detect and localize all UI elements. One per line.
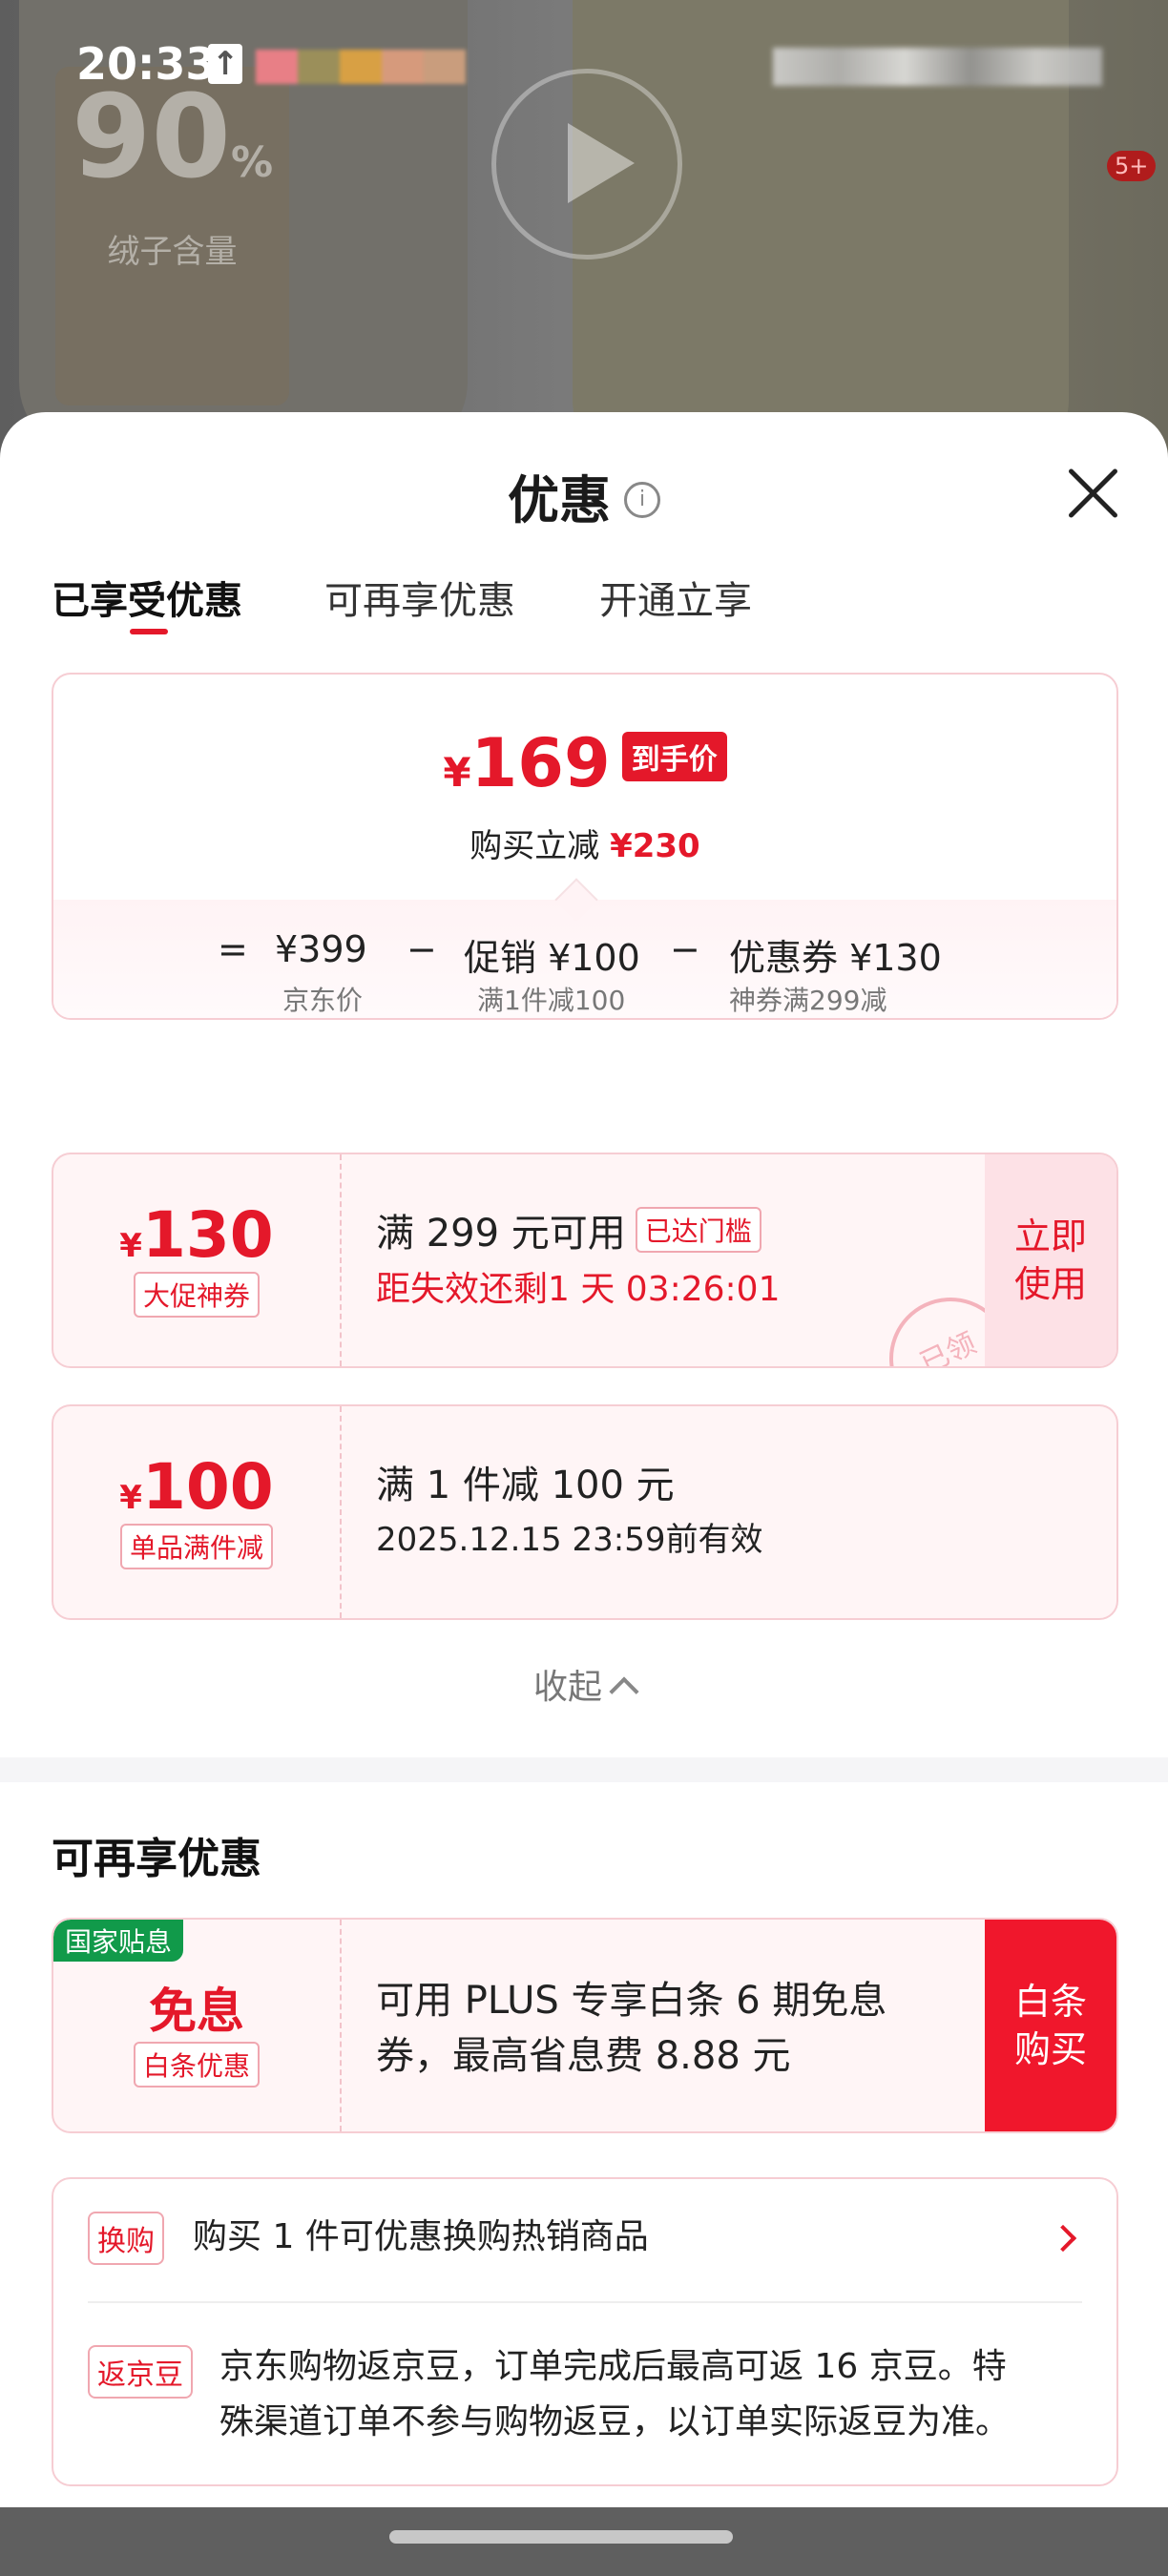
coupon-divider <box>340 1406 342 1618</box>
tab-more-available[interactable]: 可再享优惠 <box>324 570 515 625</box>
coupon-card-single: ¥100 单品满件减 满 1 件减 100 元 2025.12.15 23:59… <box>52 1404 1118 1620</box>
coupon-type-label: 单品满件减 <box>119 1524 273 1569</box>
promo-label: 满1件减100 <box>477 985 626 1016</box>
extra-benefits-card: 换购 购买 1 件可优惠换购热销商品 返京豆 京东购物返京豆，订单完成后最高可返… <box>52 2177 1118 2486</box>
equals-sign: = <box>218 928 248 970</box>
jd-beans-text-line1: 京东购物返京豆，订单完成后最高可返 16 京豆。特 <box>219 2347 1007 2386</box>
coupon-left: ¥100 单品满件减 <box>53 1406 340 1618</box>
coupon-condition: 满 299 元可用 已达门槛 <box>376 1202 761 1257</box>
coupon-countdown: 距失效还剩1 天 03:26:01 <box>376 1270 781 1309</box>
baitiao-label: 白条优惠 <box>133 2042 260 2088</box>
jd-price-label: 京东价 <box>282 985 364 1016</box>
coupon-condition-text: 满 1 件减 100 元 <box>376 1464 675 1507</box>
reduce-amount: ¥230 <box>610 827 700 865</box>
badge-percent: % <box>230 138 274 187</box>
trade-in-text: 购买 1 件可优惠换购热销商品 <box>193 2217 649 2256</box>
baitiao-buy-button[interactable]: 白条购买 <box>985 1920 1116 2131</box>
more-offers-title: 可再享优惠 <box>52 1835 261 1883</box>
status-time: 20:33 <box>76 38 217 90</box>
final-price-tag: 到手价 <box>621 732 727 781</box>
sheet-title-text: 优惠 <box>508 470 611 530</box>
coupon-card-mega: ¥130 大促神券 满 299 元可用 已达门槛 距失效还剩1 天 03:26:0… <box>52 1153 1118 1368</box>
jd-beans-row: 返京豆 京东购物返京豆，订单完成后最高可返 16 京豆。特 殊渠道订单不参与购物… <box>88 2339 1082 2463</box>
tab-enjoyed[interactable]: 已享受优惠 <box>52 570 242 625</box>
chevron-right-icon <box>1049 2224 1077 2253</box>
status-right-icons-blurred <box>773 48 1102 86</box>
chevron-up-icon <box>609 1676 639 1707</box>
use-now-label: 立即使用 <box>1013 1215 1087 1305</box>
coupon-label-line1: 神券满299减 <box>729 985 887 1016</box>
baitiao-buy-label: 白条购买 <box>1013 1981 1087 2070</box>
trade-in-row[interactable]: 换购 购买 1 件可优惠换购热销商品 <box>88 2206 1082 2273</box>
home-gesture-handle[interactable] <box>389 2530 733 2544</box>
active-tab-indicator <box>130 629 168 634</box>
system-nav-bar <box>0 2507 1168 2576</box>
coupon-validity: 2025.12.15 23:59前有效 <box>376 1521 763 1559</box>
sheet-title: 优惠 i <box>0 458 1168 533</box>
reduce-label: 购买立减 <box>469 827 600 865</box>
coupon-divider <box>340 1920 342 2131</box>
minus-sign-2: − <box>670 928 700 970</box>
final-price: ¥169 到手价 <box>53 724 1116 802</box>
coupon-divider <box>340 1154 342 1366</box>
minus-sign-1: − <box>407 928 437 970</box>
coupon-left: ¥130 大促神券 <box>53 1154 340 1366</box>
coupon-condition-text: 满 299 元可用 <box>376 1212 626 1256</box>
coupon-amount: ¥130 <box>53 1198 340 1272</box>
jd-price: ¥399 <box>275 928 367 970</box>
use-now-button[interactable]: 立即使用 <box>985 1154 1116 1366</box>
collapse-label: 收起 <box>532 1668 602 1707</box>
final-price-value: 169 <box>470 724 611 802</box>
price-summary-card: ¥169 到手价 购买立减 ¥230 = ¥399 京东价 − 促销 ¥100 满… <box>52 673 1118 1020</box>
info-separator <box>88 2301 1082 2303</box>
status-bar: 20:33 ↑ <box>0 0 1168 134</box>
status-icons-blurred <box>256 50 466 84</box>
notification-count-badge: 5+ <box>1107 151 1157 181</box>
baitiao-desc-line1: 可用 PLUS 专享白条 6 期免息 <box>376 1979 887 2023</box>
baitiao-card: 国家贴息 免息 白条优惠 可用 PLUS 专享白条 6 期免息 券，最高省息费 … <box>52 1918 1118 2133</box>
coupon-left: 免息 白条优惠 <box>53 1920 340 2131</box>
coupon-currency: ¥ <box>119 1479 142 1517</box>
currency-symbol: ¥ <box>443 749 471 796</box>
coupon-type-label: 大促神券 <box>133 1272 260 1318</box>
tab-open-membership[interactable]: 开通立享 <box>599 570 752 625</box>
section-gap <box>0 1757 1168 1782</box>
promo-amount: 促销 ¥100 <box>464 937 640 979</box>
badge-text: 绒子含量 <box>107 233 238 271</box>
baitiao-desc-line2: 券，最高省息费 8.88 元 <box>376 2034 791 2078</box>
coupon-value: 130 <box>141 1198 274 1272</box>
coupon-value: 100 <box>141 1450 274 1524</box>
collapse-button[interactable]: 收起 <box>0 1659 1168 1709</box>
coupon-amount: ¥100 <box>53 1450 340 1524</box>
coupon-currency: ¥ <box>119 1227 142 1265</box>
interest-free-headline: 免息 <box>149 1984 244 2039</box>
trade-in-tag: 换购 <box>88 2212 164 2265</box>
discount-sheet: 优惠 i 已享受优惠 可再享优惠 开通立享 ¥169 到手价 购买立减 ¥230 =… <box>0 412 1168 2511</box>
instant-reduce: 购买立减 ¥230 <box>53 820 1116 866</box>
price-formula: = ¥399 京东价 − 促销 ¥100 满1件减100 − 优惠券 ¥130 … <box>53 900 1116 1018</box>
jd-beans-tag: 返京豆 <box>88 2345 193 2399</box>
info-icon[interactable]: i <box>624 482 660 519</box>
coupon-amount: 优惠券 ¥130 <box>729 937 942 979</box>
close-icon[interactable] <box>1059 460 1126 527</box>
upload-arrow-icon: ↑ <box>208 44 242 84</box>
jd-beans-text-line2: 殊渠道订单不参与购物返豆，以订单实际返豆为准。 <box>219 2402 1011 2441</box>
threshold-reached-chip: 已达门槛 <box>635 1207 761 1253</box>
